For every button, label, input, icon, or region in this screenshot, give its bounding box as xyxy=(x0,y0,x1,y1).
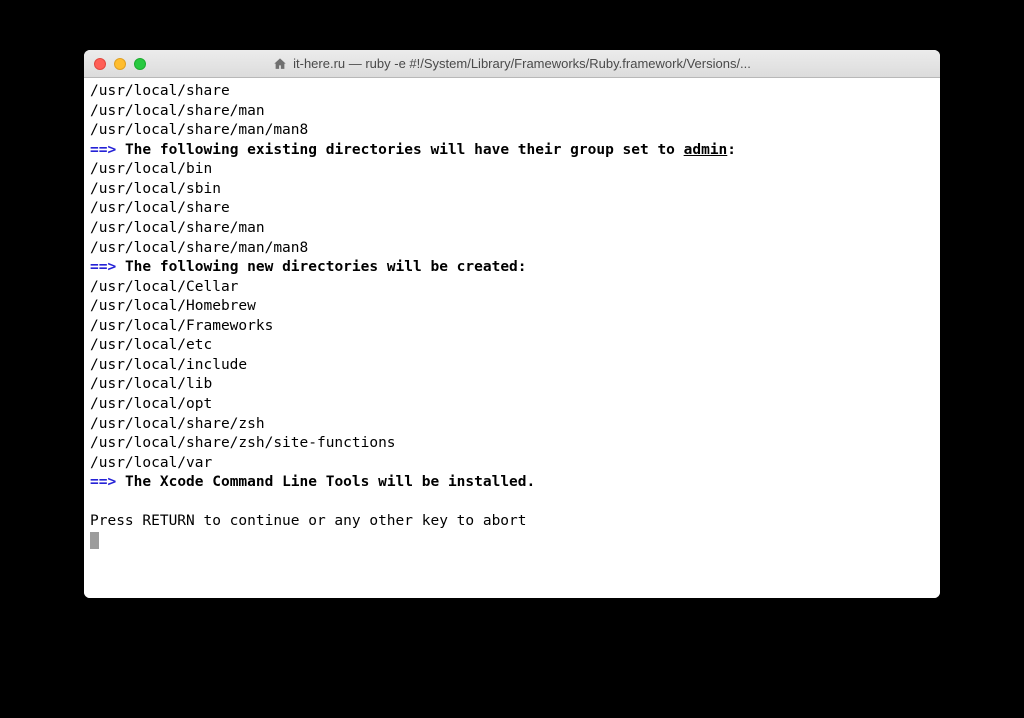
terminal-line: /usr/local/Cellar xyxy=(90,278,934,298)
terminal-line: /usr/local/share/man/man8 xyxy=(90,239,934,259)
traffic-lights xyxy=(94,58,146,70)
arrow-indicator: ==> xyxy=(90,142,116,158)
terminal-line: /usr/local/Frameworks xyxy=(90,317,934,337)
minimize-button[interactable] xyxy=(114,58,126,70)
cursor-line xyxy=(90,532,934,552)
terminal-line: ==> The following new directories will b… xyxy=(90,258,934,278)
cursor xyxy=(90,532,99,549)
terminal-line: /usr/local/share xyxy=(90,199,934,219)
terminal-window: it-here.ru — ruby -e #!/System/Library/F… xyxy=(84,50,940,598)
message-xcode: The Xcode Command Line Tools will be ins… xyxy=(125,474,535,490)
message-new-dirs: The following new directories will be cr… xyxy=(125,259,527,275)
close-button[interactable] xyxy=(94,58,106,70)
terminal-line: /usr/local/etc xyxy=(90,336,934,356)
terminal-line: /usr/local/share/zsh xyxy=(90,415,934,435)
title-wrap: it-here.ru — ruby -e #!/System/Library/F… xyxy=(84,56,940,71)
home-icon xyxy=(273,57,287,71)
maximize-button[interactable] xyxy=(134,58,146,70)
terminal-line: /usr/local/Homebrew xyxy=(90,297,934,317)
title-bar[interactable]: it-here.ru — ruby -e #!/System/Library/F… xyxy=(84,50,940,78)
terminal-line: /usr/local/share/man xyxy=(90,219,934,239)
window-title: it-here.ru — ruby -e #!/System/Library/F… xyxy=(293,56,751,71)
message-group-set: The following existing directories will … xyxy=(125,142,736,158)
terminal-line: /usr/local/include xyxy=(90,356,934,376)
prompt-line: Press RETURN to continue or any other ke… xyxy=(90,512,934,532)
arrow-indicator: ==> xyxy=(90,259,116,275)
terminal-line: /usr/local/opt xyxy=(90,395,934,415)
terminal-line: /usr/local/share xyxy=(90,82,934,102)
terminal-line: /usr/local/var xyxy=(90,454,934,474)
terminal-line: /usr/local/share/man xyxy=(90,102,934,122)
arrow-indicator: ==> xyxy=(90,474,116,490)
terminal-line: /usr/local/lib xyxy=(90,375,934,395)
empty-line xyxy=(90,493,934,513)
terminal-content[interactable]: /usr/local/share /usr/local/share/man /u… xyxy=(84,78,940,598)
terminal-line: /usr/local/sbin xyxy=(90,180,934,200)
terminal-line: ==> The Xcode Command Line Tools will be… xyxy=(90,473,934,493)
terminal-line: /usr/local/share/zsh/site-functions xyxy=(90,434,934,454)
terminal-line: /usr/local/bin xyxy=(90,160,934,180)
admin-text: admin xyxy=(684,142,728,158)
terminal-line: /usr/local/share/man/man8 xyxy=(90,121,934,141)
terminal-line: ==> The following existing directories w… xyxy=(90,141,934,161)
